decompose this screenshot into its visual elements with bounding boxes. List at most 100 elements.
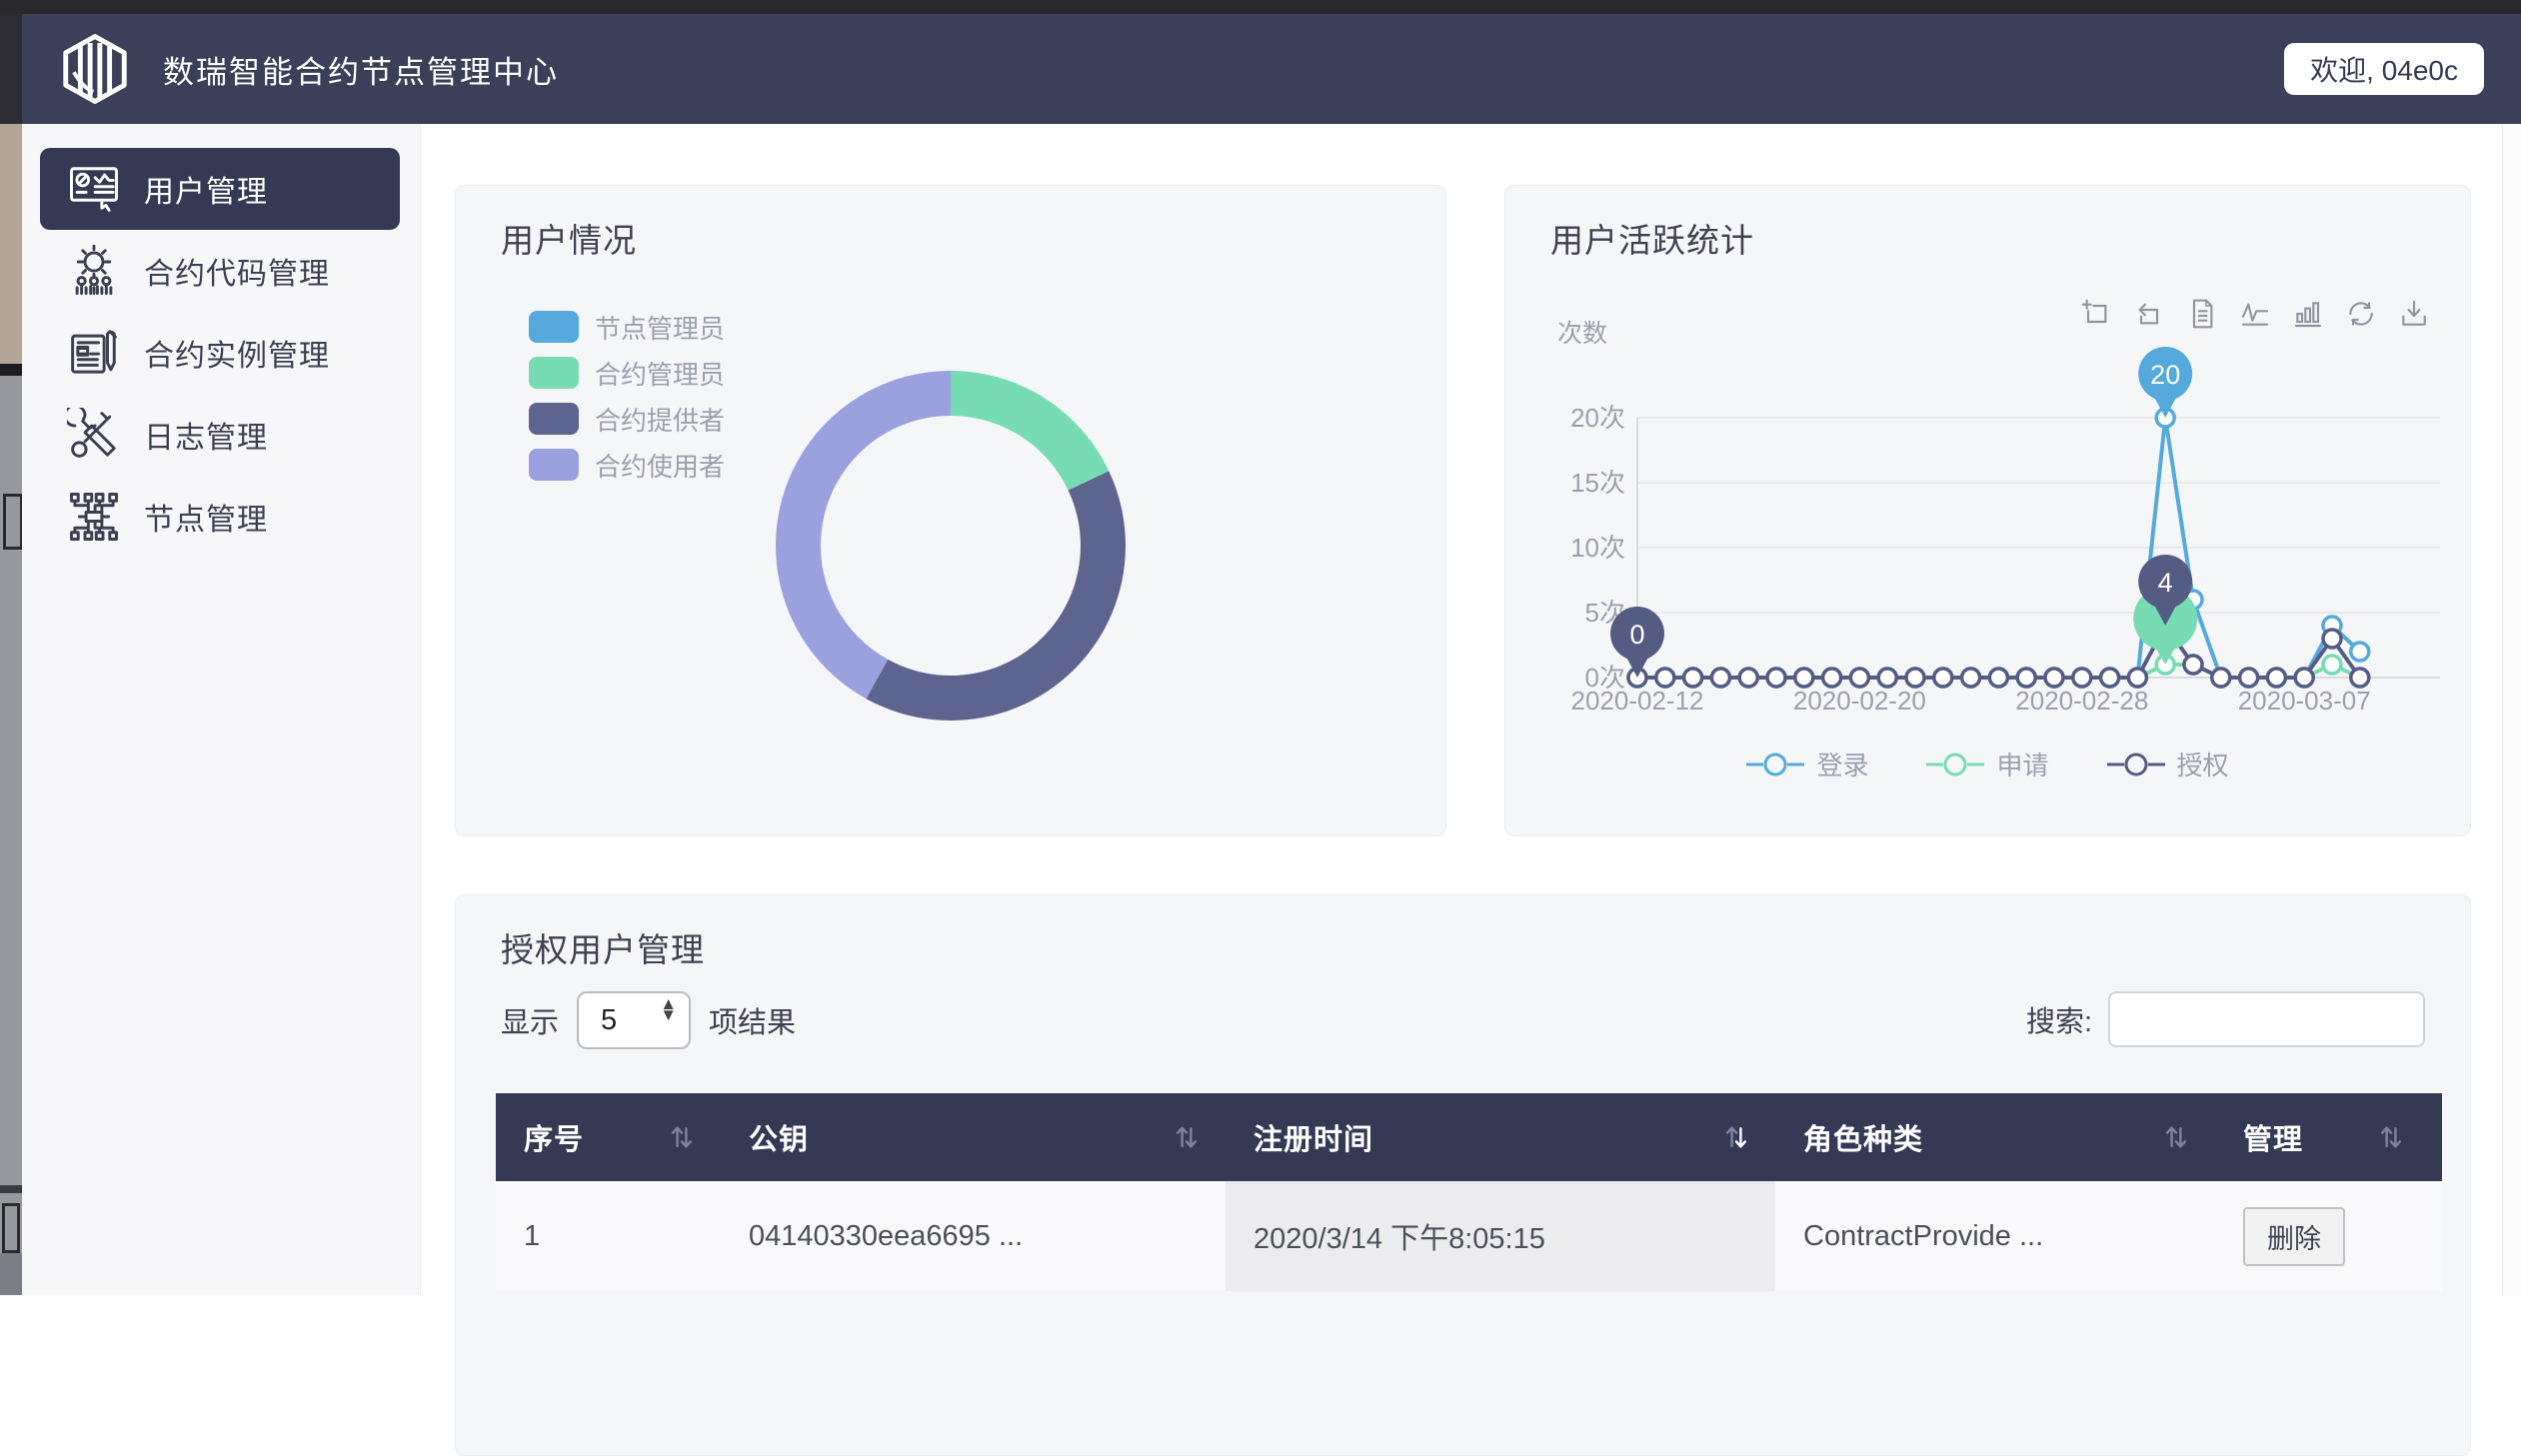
- page-size-control: 显示 5 ▲▼ 项结果: [501, 991, 796, 1049]
- legend-label: 合约管理员: [595, 355, 725, 392]
- legend-swatch-node-admin: [529, 311, 579, 343]
- bar-chart-icon[interactable]: [2292, 298, 2324, 330]
- sidebar-item-label: 日志管理: [144, 413, 268, 457]
- legend-item[interactable]: 合约提供者: [529, 396, 725, 442]
- legend-label: 合约提供者: [595, 401, 725, 438]
- app-logo-icon: [55, 29, 135, 109]
- line-chart-icon[interactable]: [2239, 298, 2271, 330]
- legend-item-apply[interactable]: 申请: [1926, 745, 2048, 782]
- show-label: 显示: [501, 999, 559, 1041]
- sidebar-item-label: 节点管理: [144, 495, 268, 539]
- svg-text:20次: 20次: [1570, 403, 1625, 433]
- results-suffix-label: 项结果: [709, 999, 796, 1041]
- card-title: 用户活跃统计: [1550, 214, 1754, 262]
- app-title: 数瑞智能合约节点管理中心: [163, 47, 559, 92]
- cell-public-key: 04140330eea6695 ...: [721, 1181, 1226, 1291]
- sidebar-item-log-management[interactable]: 日志管理: [40, 394, 400, 476]
- legend-label: 登录: [1816, 745, 1868, 782]
- sort-icon: [2165, 1122, 2187, 1152]
- legend-swatch-contract-user: [529, 449, 579, 481]
- user-situation-card: 用户情况 节点管理员 合约管理员 合约提供者 合约使用者: [455, 185, 1446, 836]
- svg-text:10次: 10次: [1570, 533, 1625, 563]
- svg-text:0: 0: [1629, 620, 1644, 650]
- svg-text:20: 20: [2150, 360, 2180, 390]
- user-roles-donut-chart[interactable]: [776, 371, 1126, 721]
- pie-legend: 节点管理员 合约管理员 合约提供者 合约使用者: [529, 304, 725, 488]
- legend-swatch-contract-admin: [529, 357, 579, 389]
- cell-role: ContractProvide ...: [1775, 1181, 2215, 1291]
- svg-text:15次: 15次: [1570, 468, 1625, 498]
- legend-item[interactable]: 合约管理员: [529, 350, 725, 396]
- authorized-users-table: 序号 公钥 注册时间 角色种类: [496, 1093, 2442, 1291]
- chart-toolbox: [2080, 298, 2430, 330]
- column-header-role[interactable]: 角色种类: [1775, 1116, 2215, 1158]
- cell-manage: 删除: [2215, 1181, 2430, 1291]
- sort-icon: [2380, 1122, 2402, 1152]
- sidebar-item-contract-code-management[interactable]: 合约代码管理: [40, 230, 400, 312]
- sliver-icon: [2, 1203, 20, 1253]
- legend-label: 合约使用者: [595, 447, 725, 484]
- data-view-icon[interactable]: [2186, 298, 2218, 330]
- user-management-icon: [66, 161, 122, 217]
- svg-text:2020-02-12: 2020-02-12: [1571, 686, 1704, 716]
- sliver-segment: [0, 364, 22, 376]
- svg-text:4: 4: [2158, 568, 2173, 598]
- scrollbar[interactable]: [2502, 124, 2521, 1295]
- node-management-icon: [66, 489, 122, 545]
- legend-label: 节点管理员: [595, 309, 725, 346]
- search-input[interactable]: [2108, 991, 2425, 1047]
- app-header: 数瑞智能合约节点管理中心 欢迎, 04e0c: [22, 14, 2521, 124]
- cell-index: 1: [496, 1181, 721, 1291]
- svg-text:2020-02-28: 2020-02-28: [2015, 686, 2148, 716]
- line-chart-legend: 登录 申请 授权: [1505, 745, 2470, 782]
- card-title: 授权用户管理: [501, 923, 705, 971]
- contract-instance-management-icon: [66, 325, 122, 381]
- authorized-users-card: 授权用户管理 显示 5 ▲▼ 项结果 搜索: 序号 公钥: [455, 894, 2471, 1456]
- contract-code-management-icon: [66, 243, 122, 299]
- sidebar-item-node-management[interactable]: 节点管理: [40, 476, 400, 558]
- sliver-icon: [3, 494, 23, 550]
- svg-text:2020-02-20: 2020-02-20: [1793, 686, 1926, 716]
- sidebar-item-label: 合约实例管理: [144, 331, 330, 375]
- sidebar-item-label: 合约代码管理: [144, 249, 330, 293]
- zoom-reset-icon[interactable]: [2133, 298, 2165, 330]
- refresh-icon[interactable]: [2345, 298, 2377, 330]
- legend-item-login[interactable]: 登录: [1746, 745, 1868, 782]
- column-header-manage[interactable]: 管理: [2215, 1116, 2430, 1158]
- sort-icon: [1176, 1122, 1198, 1152]
- column-header-register-time[interactable]: 注册时间: [1226, 1116, 1775, 1158]
- sliver-segment: [0, 124, 22, 364]
- window-top-strip: [0, 0, 2521, 14]
- select-arrows-icon: ▲▼: [660, 999, 677, 1020]
- card-title: 用户情况: [501, 214, 637, 262]
- svg-text:2020-03-07: 2020-03-07: [2238, 686, 2371, 716]
- sidebar-item-user-management[interactable]: 用户管理: [40, 148, 400, 230]
- cell-register-time: 2020/3/14 下午8:05:15: [1226, 1181, 1775, 1291]
- legend-label: 授权: [2177, 745, 2229, 782]
- delete-button[interactable]: 删除: [2243, 1207, 2345, 1266]
- welcome-button[interactable]: 欢迎, 04e0c: [2284, 43, 2484, 95]
- activity-line-chart[interactable]: 0次5次10次15次20次2020-02-122020-02-202020-02…: [1505, 336, 2470, 721]
- sliver-segment: [0, 1253, 22, 1295]
- table-row: 1 04140330eea6695 ... 2020/3/14 下午8:05:1…: [496, 1181, 2442, 1291]
- user-activity-card: 用户活跃统计 次数: [1504, 185, 2471, 836]
- legend-swatch-contract-provider: [529, 403, 579, 435]
- sidebar-item-contract-instance-management[interactable]: 合约实例管理: [40, 312, 400, 394]
- sidebar: 用户管理 合约代码管理 合约实例管理: [22, 124, 421, 1295]
- sliver-segment: [0, 1185, 22, 1193]
- download-icon[interactable]: [2398, 298, 2430, 330]
- legend-item[interactable]: 节点管理员: [529, 304, 725, 350]
- sort-icon: [671, 1122, 693, 1152]
- background-window-sliver: [0, 14, 22, 1295]
- legend-item[interactable]: 合约使用者: [529, 442, 725, 488]
- legend-item-authorize[interactable]: 授权: [2107, 745, 2229, 782]
- sidebar-item-label: 用户管理: [144, 167, 268, 211]
- legend-label: 申请: [1996, 745, 2048, 782]
- data-zoom-icon[interactable]: [2080, 298, 2112, 330]
- column-header-index[interactable]: 序号: [496, 1116, 721, 1158]
- sort-icon: [1725, 1122, 1747, 1152]
- column-header-public-key[interactable]: 公钥: [721, 1116, 1226, 1158]
- page-size-value: 5: [601, 1004, 617, 1037]
- page-size-select[interactable]: 5 ▲▼: [577, 991, 691, 1049]
- search-control: 搜索:: [2026, 991, 2425, 1047]
